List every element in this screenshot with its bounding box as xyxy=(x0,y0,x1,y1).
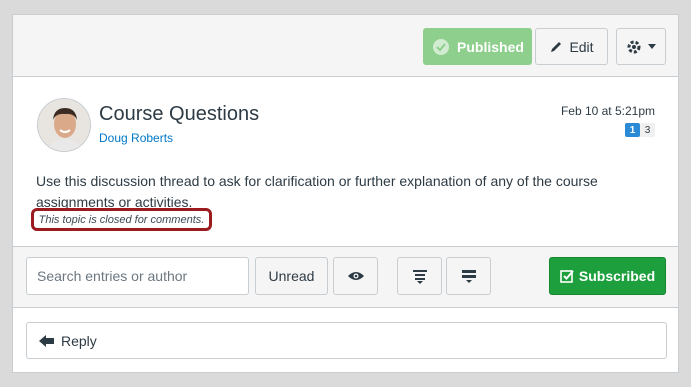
reply-arrow-icon xyxy=(39,334,54,347)
subscribed-label: Subscribed xyxy=(578,268,656,284)
gear-icon xyxy=(627,40,641,53)
collapse-threads-button[interactable] xyxy=(446,257,491,295)
published-button[interactable]: Published xyxy=(423,28,532,65)
expand-threads-button[interactable] xyxy=(397,257,442,295)
topic-body: Use this discussion thread to ask for cl… xyxy=(36,173,598,210)
discussion-topic-panel: Published Edit Course Questions Doug Rob… xyxy=(12,14,679,373)
post-date: Feb 10 at 5:21pm xyxy=(560,104,655,118)
reply-label: Reply xyxy=(61,332,97,349)
collapse-icon xyxy=(461,270,476,283)
edit-button[interactable]: Edit xyxy=(535,28,608,65)
cloud-check-icon xyxy=(433,38,450,55)
topic-header-bar: Published Edit xyxy=(13,15,678,77)
eye-icon xyxy=(347,272,364,280)
expand-icon xyxy=(412,270,427,284)
discussion-toolbar: Unread xyxy=(13,246,678,308)
mark-all-read-button[interactable] xyxy=(333,257,378,295)
closed-for-comments-note: This topic is closed for comments. xyxy=(31,208,212,231)
settings-menu-button[interactable] xyxy=(616,28,666,65)
checkbox-icon xyxy=(560,270,574,283)
unread-filter-button[interactable]: Unread xyxy=(255,257,328,295)
search-input[interactable] xyxy=(26,257,249,295)
reply-button[interactable]: Reply xyxy=(26,322,667,359)
pencil-icon xyxy=(551,41,562,52)
author-link[interactable]: Doug Roberts xyxy=(99,131,173,145)
topic-title: Course Questions xyxy=(99,103,260,125)
total-count-badge: 3 xyxy=(640,123,655,137)
author-avatar[interactable] xyxy=(37,98,91,152)
caret-down-icon xyxy=(648,43,656,49)
unread-count-badge: 1 xyxy=(625,123,640,137)
unread-label: Unread xyxy=(268,268,315,284)
published-label: Published xyxy=(457,38,524,55)
edit-label: Edit xyxy=(569,38,594,55)
subscribed-button[interactable]: Subscribed xyxy=(549,257,666,295)
